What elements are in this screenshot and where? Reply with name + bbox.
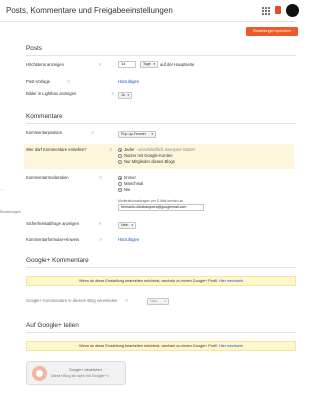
notice-text: Wenn du diese Einstellung bearbeiten möc… — [79, 344, 218, 348]
gplus-comments-notice: Wenn du diese Einstellung bearbeiten möc… — [26, 276, 296, 286]
form-message-label: Kommentarformular-Hinweis — [26, 237, 80, 242]
radio-blog-members[interactable] — [118, 160, 122, 164]
post-template-add-link[interactable]: Hinzufügen — [118, 79, 139, 84]
page-title: Posts, Kommentare und Freigabeeinstellun… — [6, 6, 173, 15]
comment-position-value: Pop-up-Fenster — [121, 132, 146, 136]
notification-icon[interactable] — [275, 6, 281, 14]
divider — [26, 267, 296, 268]
chevron-down-icon: ▾ — [151, 132, 153, 136]
moderation-email-label: Moderationsanfragen per E-Mail senden an — [118, 199, 184, 203]
moderation-email-input[interactable]: bernardo.delabarquera@googlemail.com — [118, 204, 204, 211]
option-never: Nie — [124, 187, 131, 192]
option-anyone-hint: - einschließlich anonyme Nutzer — [135, 147, 196, 152]
radio-never[interactable] — [118, 188, 122, 192]
help-icon[interactable]: ? — [98, 237, 103, 242]
switch-profile-link[interactable]: Hier wechseln — [219, 279, 243, 283]
help-icon[interactable]: ? — [124, 298, 129, 303]
lightbox-value: Ja — [121, 93, 125, 97]
gplus-comments-use-select[interactable]: Nein ▾ — [147, 298, 169, 305]
lightbox-label: Bilder in Lightbox anzeigen — [26, 91, 77, 96]
lightbox-select[interactable]: Ja ▾ — [118, 92, 132, 99]
comment-position-label: Kommentarposition — [26, 130, 63, 135]
security-value: Nein — [121, 223, 129, 227]
help-icon[interactable]: ? — [98, 175, 103, 180]
gplus-comments-use-label: Google+ Kommentare in diesem Blog verwen… — [26, 298, 118, 303]
post-template-label: Post-Vorlage — [26, 79, 50, 84]
radio-always[interactable] — [118, 176, 122, 180]
chevron-down-icon: ▾ — [153, 62, 155, 66]
gplus-share-notice: Wenn du diese Einstellung bearbeiten möc… — [26, 341, 296, 351]
moderation-label: Kommentarmoderation — [26, 175, 69, 180]
back-arrow-icon[interactable]: ← — [0, 186, 4, 191]
save-settings-button[interactable]: Einstellungen speichern — [246, 27, 298, 36]
section-title-gplus-share: Auf Google+ teilen — [26, 322, 79, 329]
chevron-down-icon: ▾ — [127, 93, 129, 97]
help-icon[interactable]: ? — [97, 62, 102, 67]
option-sometimes: Manchmal — [124, 181, 144, 186]
sidebar-item-settings[interactable]: Einstelungen — [0, 210, 21, 214]
option-google-accounts: Nutzer mit Google-Konten — [124, 153, 173, 158]
divider — [26, 332, 296, 333]
switch-profile-link[interactable]: Hier wechseln — [219, 344, 243, 348]
gplus-disabled-box: Google+ deaktiviert Dieser Blog ist nich… — [26, 361, 126, 385]
section-title-gplus-comments: Google+ Kommentare — [26, 257, 89, 264]
gplus-comments-use-value: Nein — [150, 299, 158, 303]
blogger-avatar-icon — [32, 366, 47, 381]
help-icon[interactable]: ? — [66, 79, 71, 84]
max-posts-unit-select[interactable]: Tage ▾ — [140, 61, 158, 68]
security-select[interactable]: Nein ▾ — [118, 222, 136, 229]
max-posts-input[interactable]: 14 — [118, 61, 136, 68]
divider — [26, 123, 296, 124]
chevron-down-icon: ▾ — [164, 299, 166, 303]
gplus-box-title: Google+ deaktiviert — [69, 368, 102, 372]
top-bar: Posts, Kommentare und Freigabeeinstellun… — [0, 0, 299, 22]
security-label: Sicherheitsabfrage anzeigen — [26, 221, 80, 226]
chevron-down-icon: ▾ — [131, 223, 133, 227]
help-icon[interactable]: ? — [90, 130, 95, 135]
help-icon[interactable]: ? — [97, 221, 102, 226]
notice-text: Wenn du diese Einstellung bearbeiten möc… — [79, 279, 218, 283]
form-message-add-link[interactable]: Hinzufügen — [118, 237, 139, 242]
option-anyone: Jeder - einschließlich anonyme Nutzer — [124, 147, 195, 152]
section-title-posts: Posts — [26, 45, 42, 52]
help-icon[interactable]: ? — [108, 147, 113, 152]
gplus-box-subtitle: Dieser Blog ist nicht mit Google+ v — [51, 374, 110, 378]
divider — [26, 55, 296, 56]
who-can-comment-label: Wer darf Kommentare erstellen? — [26, 147, 87, 152]
option-anyone-label: Jeder — [124, 147, 135, 152]
radio-google-accounts[interactable] — [118, 154, 122, 158]
comment-position-select[interactable]: Pop-up-Fenster ▾ — [118, 131, 156, 138]
avatar[interactable] — [286, 4, 299, 17]
apps-grid-icon[interactable] — [262, 7, 270, 15]
radio-sometimes[interactable] — [118, 182, 122, 186]
option-always: Immer — [124, 175, 136, 180]
max-posts-suffix: auf der Hauptseite — [160, 62, 195, 67]
help-icon[interactable]: ? — [110, 91, 115, 96]
max-posts-unit-value: Tage — [143, 62, 151, 66]
option-blog-members: Nur Mitglieder dieses Blogs — [124, 159, 175, 164]
section-title-comments: Kommentare — [26, 113, 63, 120]
radio-anyone[interactable] — [118, 148, 122, 152]
max-posts-label: Höchstens anzeigen — [26, 62, 64, 67]
